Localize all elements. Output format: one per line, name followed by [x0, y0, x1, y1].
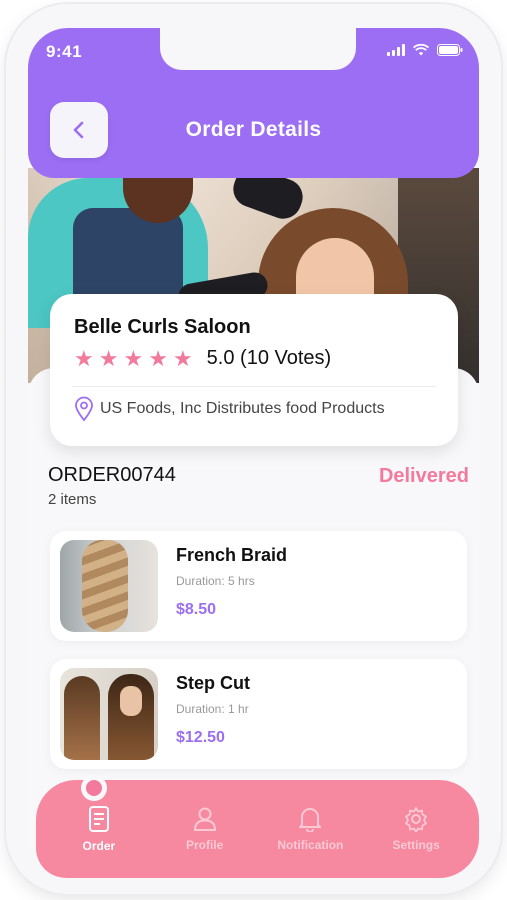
item-thumbnail	[60, 540, 158, 632]
active-indicator	[86, 780, 102, 796]
location-pin-icon	[75, 396, 93, 422]
wifi-icon	[413, 44, 429, 56]
nav-label: Notification	[277, 838, 344, 852]
status-icons	[387, 44, 463, 56]
signal-icon	[387, 44, 405, 56]
salon-address: US Foods, Inc Distributes food Products	[100, 400, 385, 417]
star-icon: ★	[74, 345, 94, 371]
device-notch	[160, 28, 356, 70]
item-price: $12.50	[176, 729, 225, 746]
order-item-card[interactable]: Step Cut Duration: 1 hr $12.50	[50, 659, 467, 769]
status-time: 9:41	[46, 42, 83, 61]
item-thumbnail	[60, 668, 158, 760]
gear-icon	[405, 807, 428, 832]
order-item-card[interactable]: French Braid Duration: 5 hrs $8.50	[50, 531, 467, 641]
nav-item-settings[interactable]: Settings	[366, 806, 466, 852]
nav-item-order[interactable]: Order	[49, 805, 149, 853]
order-status-badge: Delivered	[378, 465, 469, 487]
bottom-nav: Order Profile Notification Settings	[36, 780, 479, 878]
location-row: US Foods, Inc Distributes food Products	[74, 396, 385, 422]
bell-icon	[299, 808, 322, 832]
nav-label: Settings	[392, 838, 440, 852]
salon-name: Belle Curls Saloon	[74, 316, 251, 338]
nav-item-notification[interactable]: Notification	[260, 806, 360, 852]
nav-label: Profile	[185, 838, 224, 852]
rating-row: ★ ★ ★ ★ ★ 5.0 (10 Votes)	[74, 347, 331, 370]
item-duration: Duration: 5 hrs	[176, 574, 255, 588]
order-icon	[88, 806, 109, 832]
star-icon: ★	[98, 345, 119, 371]
app-screen: 9:41 Order Details Belle Curls Saloon ★ …	[28, 28, 479, 878]
order-id: ORDER00744	[48, 464, 176, 486]
nav-label: Order	[82, 839, 116, 853]
profile-icon	[193, 807, 216, 831]
star-rating: ★ ★ ★ ★ ★	[74, 345, 193, 371]
star-icon: ★	[148, 345, 168, 371]
item-name: French Braid	[176, 545, 288, 565]
item-name: Step Cut	[176, 673, 250, 693]
page-title: Order Details	[185, 118, 322, 141]
battery-icon	[437, 44, 463, 56]
item-price: $8.50	[176, 601, 217, 618]
rating-text: 5.0 (10 Votes)	[206, 347, 332, 369]
star-icon: ★	[172, 345, 193, 371]
item-duration: Duration: 1 hr	[176, 702, 249, 716]
phone-frame: 9:41 Order Details Belle Curls Saloon ★ …	[6, 4, 501, 894]
salon-card: Belle Curls Saloon ★ ★ ★ ★ ★ 5.0 (10 Vot…	[50, 294, 458, 446]
nav-item-profile[interactable]: Profile	[155, 806, 255, 852]
divider	[72, 386, 436, 387]
order-item-count: 2 items	[48, 491, 97, 508]
star-icon: ★	[123, 345, 144, 371]
